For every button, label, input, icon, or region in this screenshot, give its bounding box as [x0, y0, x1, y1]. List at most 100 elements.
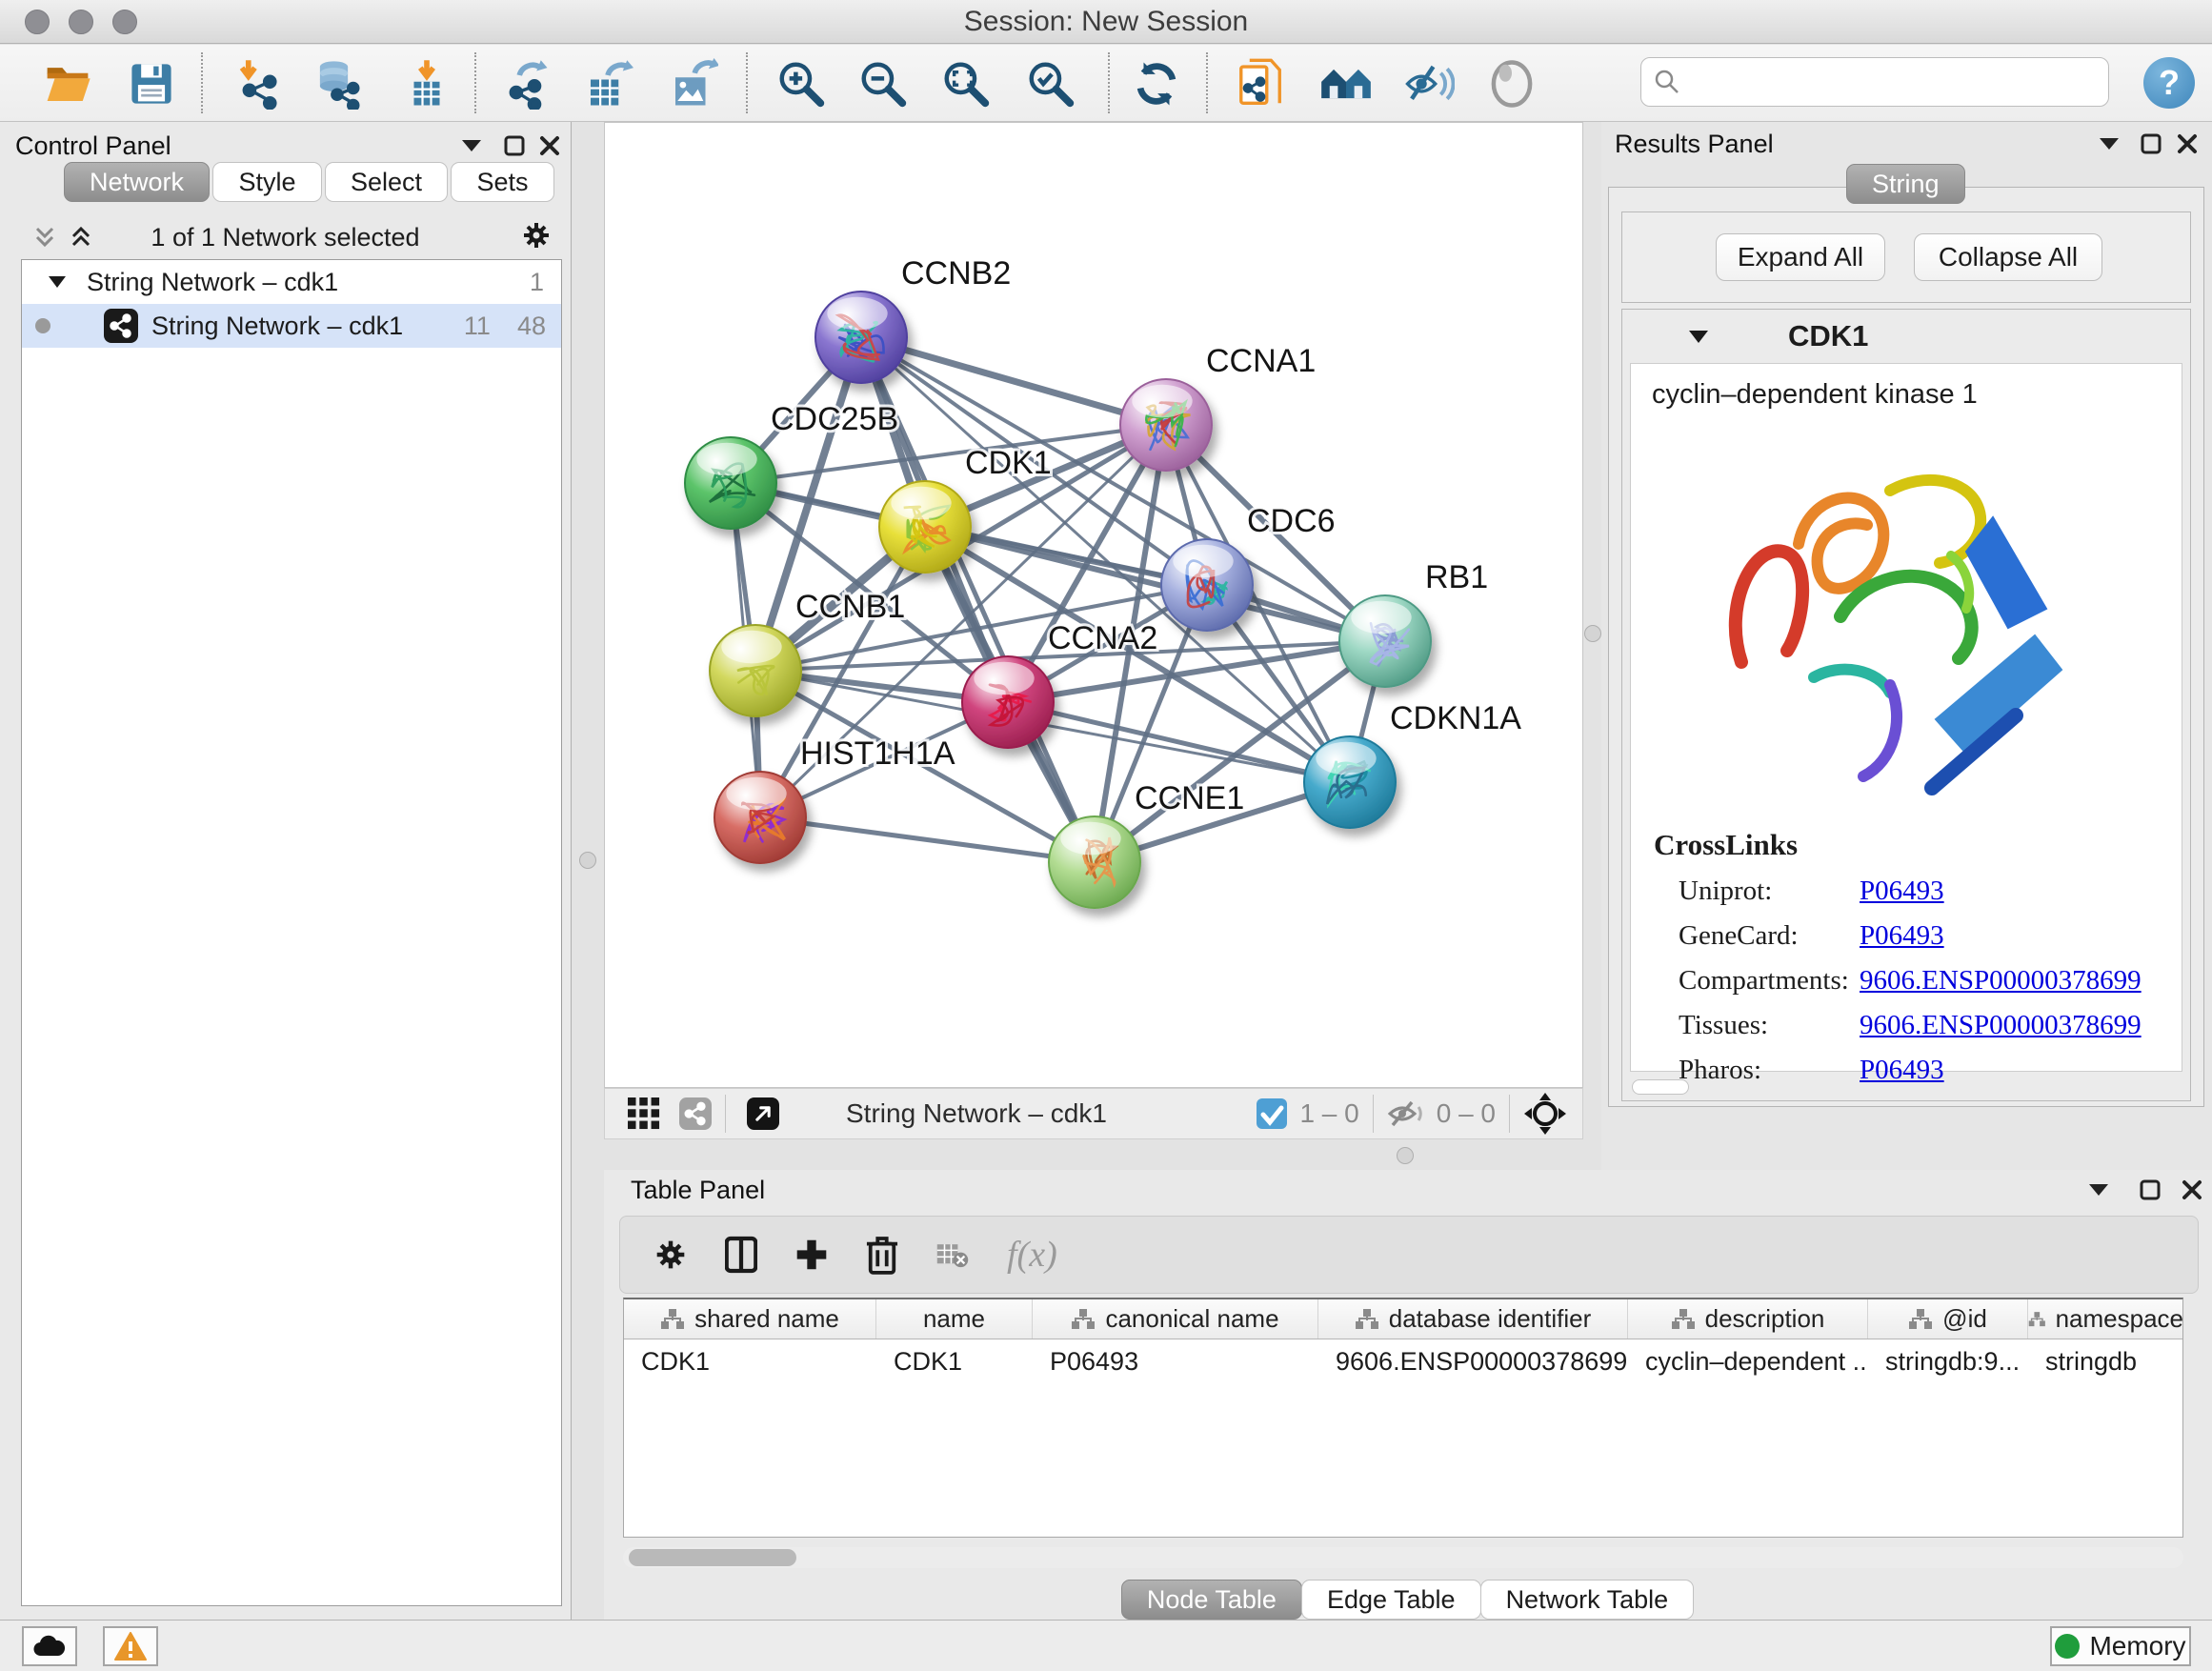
uniprot-link[interactable]: P06493 — [1860, 876, 1944, 907]
network-options-gear-icon[interactable] — [520, 219, 553, 252]
column-header-at-id[interactable]: @id — [1868, 1299, 2028, 1339]
network-row-selected[interactable]: String Network – cdk1 11 48 — [22, 304, 561, 348]
import-network-button[interactable] — [231, 56, 287, 111]
tab-string-results[interactable]: String — [1846, 164, 1965, 204]
delete-table-icon[interactable] — [936, 1238, 969, 1271]
show-columns-icon[interactable] — [725, 1238, 757, 1271]
network-edge-HIST1H1A-CCNE1[interactable] — [760, 817, 1095, 862]
float-panel-icon[interactable] — [2134, 1174, 2166, 1206]
scrollbar-thumb[interactable] — [629, 1549, 796, 1566]
node-table-header: shared name name canonical name database… — [624, 1299, 2182, 1339]
save-session-button[interactable] — [124, 56, 179, 111]
close-panel-icon[interactable] — [2176, 1174, 2208, 1206]
warnings-button[interactable] — [103, 1626, 158, 1666]
hide-unhide-button[interactable] — [1401, 56, 1457, 111]
tissues-link[interactable]: 9606.ENSP00000378699 — [1860, 1010, 2142, 1041]
network-node-CDKN1A[interactable]: CDKN1A — [1304, 700, 1521, 828]
float-menu-icon[interactable] — [455, 130, 488, 162]
crosslink-label: Uniprot: — [1679, 876, 1860, 907]
toolbar-separator — [1373, 1095, 1374, 1133]
node-label: CCNA2 — [1048, 620, 1157, 656]
clone-network-button[interactable] — [1233, 56, 1288, 111]
open-session-button[interactable] — [40, 56, 95, 111]
main-toolbar: ? — [0, 45, 2212, 122]
network-node-CCNB1[interactable]: CCNB1 — [710, 589, 905, 716]
inactive-view-button[interactable] — [1484, 56, 1539, 111]
column-header-canonical-name[interactable]: canonical name — [1033, 1299, 1318, 1339]
float-panel-icon[interactable] — [498, 130, 531, 162]
column-header-description[interactable]: description — [1628, 1299, 1868, 1339]
tab-network-table[interactable]: Network Table — [1480, 1580, 1695, 1620]
expand-all-button[interactable]: Expand All — [1716, 233, 1885, 281]
detach-view-icon[interactable] — [747, 1097, 779, 1130]
tab-sets[interactable]: Sets — [451, 162, 553, 202]
column-header-namespace[interactable]: namespace — [2028, 1299, 2183, 1339]
node-label: CCNA1 — [1206, 343, 1316, 379]
toolbar-separator — [725, 1095, 726, 1133]
tab-style[interactable]: Style — [212, 162, 321, 202]
zoom-out-button[interactable] — [855, 56, 911, 111]
network-node-HIST1H1A[interactable]: HIST1H1A — [714, 735, 955, 863]
birdseye-crosshair-icon[interactable] — [1523, 1092, 1567, 1136]
cloud-status-button[interactable] — [22, 1626, 77, 1666]
column-header-shared-name[interactable]: shared name — [624, 1299, 876, 1339]
crosslink-label: GeneCard: — [1679, 920, 1860, 952]
add-column-icon[interactable] — [795, 1238, 828, 1271]
float-menu-icon[interactable] — [2093, 128, 2125, 160]
float-menu-icon[interactable] — [2082, 1174, 2115, 1206]
refresh-network-button[interactable] — [1129, 56, 1184, 111]
import-table-button[interactable] — [399, 56, 454, 111]
grid-view-icon[interactable] — [628, 1097, 660, 1130]
cell-name: CDK1 — [876, 1347, 1033, 1377]
show-all-networks-button[interactable] — [1318, 56, 1374, 111]
cell-namespace: stringdb — [2028, 1347, 2183, 1377]
current-network-dot-icon — [35, 318, 50, 333]
pharos-link[interactable]: P06493 — [1860, 1055, 1944, 1086]
network-node-CCNA1[interactable]: CCNA1 — [1120, 343, 1316, 471]
import-network-from-database-button[interactable] — [311, 56, 366, 111]
selected-checkbox-icon[interactable] — [1256, 1097, 1288, 1130]
float-panel-icon[interactable] — [2135, 128, 2167, 160]
collapse-all-button[interactable]: Collapse All — [1914, 233, 2102, 281]
export-image-button[interactable] — [665, 56, 720, 111]
tab-node-table[interactable]: Node Table — [1121, 1580, 1302, 1620]
zoom-selected-button[interactable] — [1023, 56, 1078, 111]
memory-button[interactable]: Memory — [2050, 1626, 2191, 1666]
close-panel-icon[interactable] — [533, 130, 566, 162]
control-panel: Control Panel Network Style Select Sets — [0, 122, 572, 1620]
right-splitter-handle[interactable] — [1584, 625, 1601, 642]
table-row[interactable]: CDK1 CDK1 P06493 9606.ENSP00000378699 cy… — [624, 1339, 2182, 1383]
tab-select[interactable]: Select — [325, 162, 448, 202]
tab-network[interactable]: Network — [64, 162, 210, 202]
column-header-database-identifier[interactable]: database identifier — [1318, 1299, 1628, 1339]
function-builder-button[interactable]: f(x) — [1007, 1234, 1057, 1276]
results-scrollbar[interactable] — [1632, 1079, 1689, 1095]
genecard-link[interactable]: P06493 — [1860, 920, 1944, 952]
zoom-in-button[interactable] — [774, 56, 829, 111]
network-canvas[interactable]: CCNB2CCNA1CDC25BCDK1CDC6RB1CCNB1CCNA2CDK… — [604, 122, 1583, 1088]
table-settings-gear-icon[interactable] — [654, 1238, 687, 1271]
export-table-button[interactable] — [580, 56, 635, 111]
network-collection-row[interactable]: String Network – cdk1 1 — [22, 260, 561, 304]
horizontal-splitter-handle[interactable] — [1397, 1147, 1414, 1164]
zoom-fit-button[interactable] — [938, 56, 994, 111]
compartments-link[interactable]: 9606.ENSP00000378699 — [1860, 965, 2142, 997]
collapse-triangle-icon[interactable] — [49, 276, 66, 288]
column-header-name[interactable]: name — [876, 1299, 1033, 1339]
export-network-button[interactable] — [498, 56, 553, 111]
table-horizontal-scrollbar[interactable] — [623, 1547, 2183, 1568]
help-button[interactable]: ? — [2143, 57, 2195, 109]
tab-edge-table[interactable]: Edge Table — [1301, 1580, 1481, 1620]
left-splitter-handle[interactable] — [579, 852, 596, 869]
collapse-triangle-icon[interactable] — [1689, 331, 1708, 343]
gene-description: cyclin–dependent kinase 1 — [1652, 379, 2182, 411]
search-input[interactable] — [1640, 57, 2109, 107]
network-node-RB1[interactable]: RB1 — [1339, 559, 1488, 687]
network-share-icon[interactable] — [679, 1097, 712, 1130]
network-edge-CCNB2-CCNA1[interactable] — [861, 337, 1166, 425]
delete-column-icon[interactable] — [866, 1238, 898, 1271]
close-panel-icon[interactable] — [2171, 128, 2203, 160]
import-network-icon — [233, 58, 285, 110]
network-node-CCNB2[interactable]: CCNB2 — [815, 255, 1011, 383]
hidden-eye-icon[interactable] — [1387, 1098, 1425, 1129]
